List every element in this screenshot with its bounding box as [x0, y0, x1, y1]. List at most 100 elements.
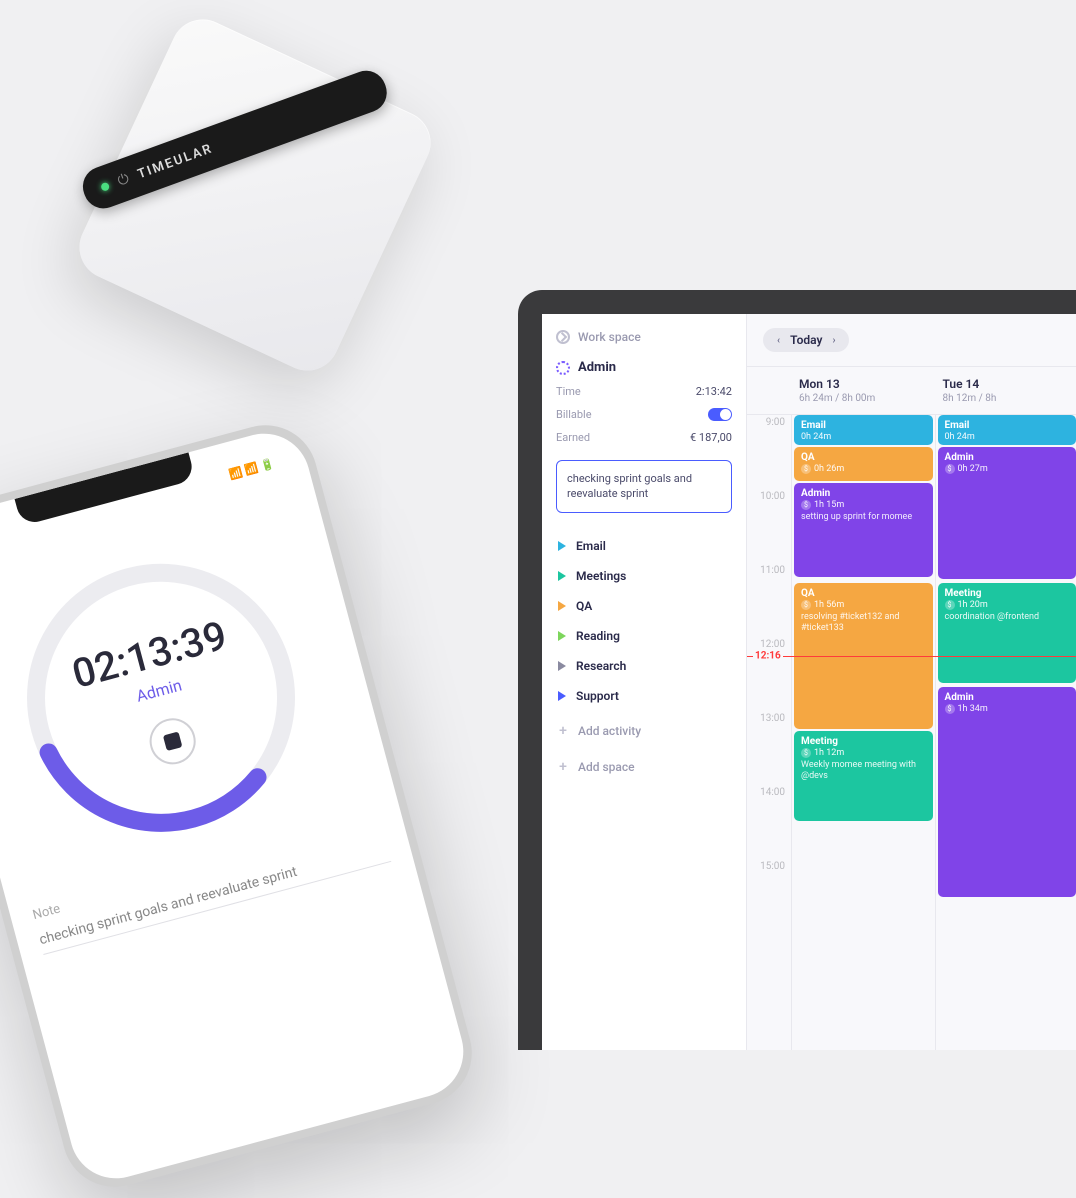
laptop-mockup: Work space Admin Time 2:13:42 Billable E…	[518, 290, 1076, 1050]
workspace-header[interactable]: Work space	[556, 330, 732, 352]
event-description: resolving #ticket132 and #ticket133	[801, 612, 926, 634]
stat-earned: Earned € 187,00	[556, 429, 732, 444]
billable-icon: $	[801, 500, 811, 510]
calendar-event[interactable]: QA$0h 26m	[794, 447, 933, 481]
calendar-event[interactable]: Email0h 24m	[938, 415, 1076, 445]
phone-mockup: 15:37 ⚡ 📶 📶 🔋 02:13:39 Admin Note checki…	[0, 414, 483, 1198]
event-title: Email	[945, 420, 1070, 431]
tracker-device: ⏻ TIMEULAR	[31, 0, 480, 419]
billable-toggle[interactable]	[708, 408, 732, 421]
today-button[interactable]: ‹ Today ›	[763, 328, 849, 352]
event-duration: $1h 12m	[801, 748, 926, 758]
sidebar: Work space Admin Time 2:13:42 Billable E…	[542, 314, 747, 1050]
billable-icon: $	[801, 748, 811, 758]
activity-label: Research	[576, 659, 626, 673]
activity-label: Support	[576, 689, 619, 703]
stat-billable: Billable	[556, 406, 732, 421]
stat-time: Time 2:13:42	[556, 383, 732, 398]
chevron-right-icon[interactable]: ›	[832, 335, 835, 346]
calendar-header: Mon 13 6h 24m / 8h 00m Tue 14 8h 12m / 8h	[747, 367, 1076, 415]
activity-label: QA	[576, 599, 592, 613]
stat-time-label: Time	[556, 385, 581, 398]
event-duration: $0h 27m	[945, 464, 1070, 474]
activity-label: Reading	[576, 629, 620, 643]
day-name: Mon 13	[799, 377, 927, 391]
now-line	[747, 656, 1076, 657]
event-title: QA	[801, 588, 926, 599]
plus-icon: +	[558, 759, 568, 775]
time-slot: 9:00	[747, 415, 791, 489]
stop-icon	[163, 731, 183, 751]
sidebar-activity-research[interactable]: Research	[556, 653, 732, 679]
play-icon	[558, 691, 566, 701]
billable-icon: $	[801, 464, 811, 474]
day-column-tue[interactable]: Email0h 24mAdmin$0h 27mMeeting$1h 20mcoo…	[935, 415, 1076, 1050]
calendar-event[interactable]: Admin$1h 34m	[938, 687, 1076, 897]
play-icon	[558, 631, 566, 641]
play-icon	[558, 661, 566, 671]
today-label: Today	[790, 333, 822, 347]
day-columns: Email0h 24mQA$0h 26mAdmin$1h 15msetting …	[791, 415, 1076, 1050]
time-slot: 12:00	[747, 637, 791, 711]
billable-icon: $	[945, 464, 955, 474]
chevron-left-icon[interactable]: ‹	[777, 335, 780, 346]
play-icon	[558, 571, 566, 581]
sidebar-activity-support[interactable]: Support	[556, 683, 732, 709]
active-activity[interactable]: Admin	[556, 360, 732, 375]
time-slot: 13:00	[747, 711, 791, 785]
event-description: coordination @frontend	[945, 612, 1070, 623]
calendar-event[interactable]: Admin$0h 27m	[938, 447, 1076, 579]
event-duration: $0h 26m	[801, 464, 926, 474]
billable-icon: $	[945, 600, 955, 610]
add-activity-button[interactable]: + Add activity	[556, 717, 732, 745]
event-title: Email	[801, 420, 926, 431]
day-meta: 6h 24m / 8h 00m	[799, 393, 927, 404]
time-slot: 11:00	[747, 563, 791, 637]
event-duration: $1h 34m	[945, 704, 1070, 714]
activity-label: Email	[576, 539, 606, 553]
sidebar-activity-email[interactable]: Email	[556, 533, 732, 559]
stat-earned-value: € 187,00	[690, 431, 732, 444]
billable-icon: $	[801, 600, 811, 610]
time-slot: 15:00	[747, 859, 791, 933]
calendar-event[interactable]: Meeting$1h 20m coordination @frontend	[938, 583, 1076, 683]
phone-clock: 15:37 ⚡	[0, 528, 2, 558]
day-column-mon[interactable]: Email0h 24mQA$0h 26mAdmin$1h 15msetting …	[791, 415, 935, 1050]
day-header: Tue 14 8h 12m / 8h	[935, 367, 1076, 414]
event-title: Admin	[801, 488, 926, 499]
event-title: Meeting	[945, 588, 1070, 599]
calendar: ‹ Today › Mon 13 6h 24m / 8h 00m Tue 14 8h …	[747, 314, 1076, 1050]
calendar-toolbar: ‹ Today ›	[747, 314, 1076, 367]
day-name: Tue 14	[943, 377, 1071, 391]
calendar-event[interactable]: Email0h 24m	[794, 415, 933, 445]
event-title: Meeting	[801, 736, 926, 747]
activity-label: Meetings	[576, 569, 626, 583]
calendar-event[interactable]: Admin$1h 15msetting up sprint for momee	[794, 483, 933, 577]
day-meta: 8h 12m / 8h	[943, 393, 1071, 404]
event-duration: $1h 20m	[945, 600, 1070, 610]
stat-billable-label: Billable	[556, 408, 592, 421]
power-icon: ⏻	[116, 171, 132, 190]
calendar-body[interactable]: 9:0010:0011:0012:0013:0014:0015:00 Email…	[747, 415, 1076, 1050]
event-duration: 0h 24m	[801, 432, 926, 442]
calendar-event[interactable]: Meeting$1h 12mWeekly momee meeting with …	[794, 731, 933, 821]
add-activity-label: Add activity	[578, 724, 641, 738]
event-duration: $1h 56m	[801, 600, 926, 610]
event-title: Admin	[945, 692, 1070, 703]
sidebar-activity-qa[interactable]: QA	[556, 593, 732, 619]
active-activity-label: Admin	[578, 360, 616, 375]
activity-dot-icon	[556, 361, 570, 375]
event-title: Admin	[945, 452, 1070, 463]
add-space-button[interactable]: + Add space	[556, 753, 732, 781]
now-time-label: 12:16	[753, 651, 783, 662]
sidebar-activity-reading[interactable]: Reading	[556, 623, 732, 649]
sidebar-activity-meetings[interactable]: Meetings	[556, 563, 732, 589]
note-input[interactable]: checking sprint goals and reevaluate spr…	[556, 460, 732, 513]
stop-button[interactable]	[144, 713, 200, 769]
activity-list: Email Meetings QA Reading Research Support	[556, 533, 732, 709]
event-duration: 0h 24m	[945, 432, 1070, 442]
add-space-label: Add space	[578, 760, 635, 774]
time-slot: 10:00	[747, 489, 791, 563]
billable-icon: $	[945, 704, 955, 714]
timer-widget: 02:13:39 Admin	[0, 526, 332, 869]
